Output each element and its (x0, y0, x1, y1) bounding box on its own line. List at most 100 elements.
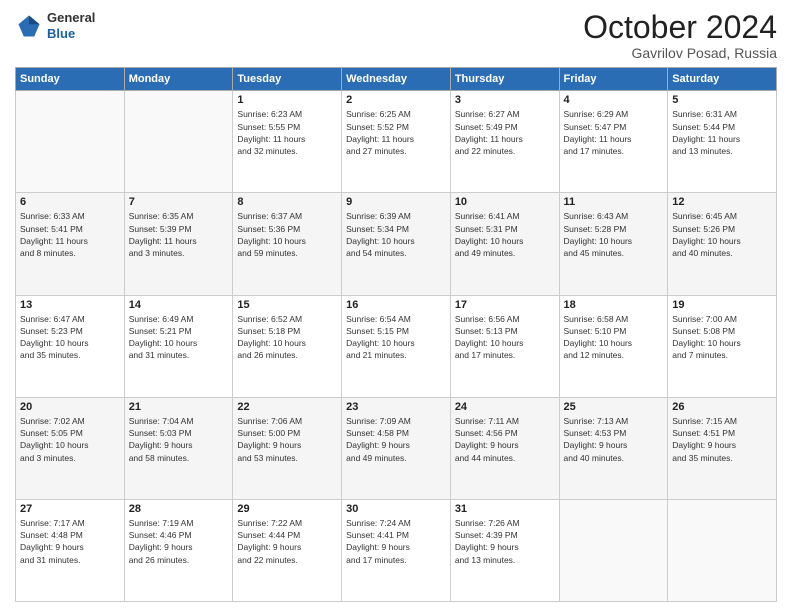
calendar-cell: 20 Sunrise: 7:02 AM Sunset: 5:05 PM Dayli… (16, 397, 125, 499)
day-detail: Sunrise: 6:35 AM Sunset: 5:39 PM Dayligh… (129, 210, 229, 259)
day-detail: Sunrise: 7:02 AM Sunset: 5:05 PM Dayligh… (20, 415, 120, 464)
day-number: 6 (20, 196, 120, 208)
day-number: 10 (455, 196, 555, 208)
logo-icon (15, 12, 43, 40)
day-detail: Sunrise: 6:49 AM Sunset: 5:21 PM Dayligh… (129, 313, 229, 362)
calendar: SundayMondayTuesdayWednesdayThursdayFrid… (15, 67, 777, 602)
day-number: 9 (346, 196, 446, 208)
calendar-cell: 18 Sunrise: 6:58 AM Sunset: 5:10 PM Dayli… (559, 295, 668, 397)
calendar-cell: 2 Sunrise: 6:25 AM Sunset: 5:52 PM Daylig… (342, 91, 451, 193)
day-detail: Sunrise: 7:00 AM Sunset: 5:08 PM Dayligh… (672, 313, 772, 362)
calendar-cell: 1 Sunrise: 6:23 AM Sunset: 5:55 PM Daylig… (233, 91, 342, 193)
day-number: 22 (237, 401, 337, 413)
calendar-cell: 13Sunrise: 6:47 AM Sunset: 5:23 PM Dayli… (16, 295, 125, 397)
calendar-cell (559, 499, 668, 601)
day-number: 15 (237, 299, 337, 311)
calendar-cell: 8Sunrise: 6:37 AM Sunset: 5:36 PM Daylig… (233, 193, 342, 295)
page: General Blue October 2024 Gavrilov Posad… (0, 0, 792, 612)
day-number: 17 (455, 299, 555, 311)
calendar-header-row: SundayMondayTuesdayWednesdayThursdayFrid… (16, 68, 777, 91)
day-detail: Sunrise: 6:33 AM Sunset: 5:41 PM Dayligh… (20, 210, 120, 259)
day-number: 20 (20, 401, 120, 413)
day-detail: Sunrise: 6:41 AM Sunset: 5:31 PM Dayligh… (455, 210, 555, 259)
day-number: 16 (346, 299, 446, 311)
col-header-thursday: Thursday (450, 68, 559, 91)
day-detail: Sunrise: 7:06 AM Sunset: 5:00 PM Dayligh… (237, 415, 337, 464)
week-row-2: 13Sunrise: 6:47 AM Sunset: 5:23 PM Dayli… (16, 295, 777, 397)
day-detail: Sunrise: 6:31 AM Sunset: 5:44 PM Dayligh… (672, 108, 772, 157)
calendar-cell: 31Sunrise: 7:26 AM Sunset: 4:39 PM Dayli… (450, 499, 559, 601)
day-detail: Sunrise: 7:11 AM Sunset: 4:56 PM Dayligh… (455, 415, 555, 464)
calendar-cell: 25Sunrise: 7:13 AM Sunset: 4:53 PM Dayli… (559, 397, 668, 499)
calendar-cell: 22 Sunrise: 7:06 AM Sunset: 5:00 PM Dayli… (233, 397, 342, 499)
day-detail: Sunrise: 6:56 AM Sunset: 5:13 PM Dayligh… (455, 313, 555, 362)
day-number: 21 (129, 401, 229, 413)
calendar-cell: 15Sunrise: 6:52 AM Sunset: 5:18 PM Dayli… (233, 295, 342, 397)
day-number: 1 (237, 94, 337, 106)
calendar-cell: 19 Sunrise: 7:00 AM Sunset: 5:08 PM Dayli… (668, 295, 777, 397)
calendar-cell: 23 Sunrise: 7:09 AM Sunset: 4:58 PM Dayli… (342, 397, 451, 499)
col-header-saturday: Saturday (668, 68, 777, 91)
calendar-cell: 21Sunrise: 7:04 AM Sunset: 5:03 PM Dayli… (124, 397, 233, 499)
calendar-cell: 16 Sunrise: 6:54 AM Sunset: 5:15 PM Dayli… (342, 295, 451, 397)
day-number: 2 (346, 94, 446, 106)
logo-blue: Blue (47, 26, 75, 41)
logo-general: General (47, 10, 95, 25)
day-detail: Sunrise: 6:58 AM Sunset: 5:10 PM Dayligh… (564, 313, 664, 362)
day-number: 7 (129, 196, 229, 208)
day-detail: Sunrise: 6:23 AM Sunset: 5:55 PM Dayligh… (237, 108, 337, 157)
day-number: 27 (20, 503, 120, 515)
calendar-cell: 3 Sunrise: 6:27 AM Sunset: 5:49 PM Daylig… (450, 91, 559, 193)
location: Gavrilov Posad, Russia (583, 45, 777, 61)
calendar-cell: 5 Sunrise: 6:31 AM Sunset: 5:44 PM Daylig… (668, 91, 777, 193)
calendar-cell: 28Sunrise: 7:19 AM Sunset: 4:46 PM Dayli… (124, 499, 233, 601)
col-header-sunday: Sunday (16, 68, 125, 91)
calendar-cell: 4 Sunrise: 6:29 AM Sunset: 5:47 PM Daylig… (559, 91, 668, 193)
day-detail: Sunrise: 7:09 AM Sunset: 4:58 PM Dayligh… (346, 415, 446, 464)
day-number: 19 (672, 299, 772, 311)
day-detail: Sunrise: 7:22 AM Sunset: 4:44 PM Dayligh… (237, 517, 337, 566)
day-detail: Sunrise: 7:26 AM Sunset: 4:39 PM Dayligh… (455, 517, 555, 566)
month-title: October 2024 (583, 10, 777, 45)
calendar-cell: 14 Sunrise: 6:49 AM Sunset: 5:21 PM Dayli… (124, 295, 233, 397)
day-detail: Sunrise: 6:47 AM Sunset: 5:23 PM Dayligh… (20, 313, 120, 362)
col-header-wednesday: Wednesday (342, 68, 451, 91)
calendar-cell: 17 Sunrise: 6:56 AM Sunset: 5:13 PM Dayli… (450, 295, 559, 397)
day-detail: Sunrise: 6:43 AM Sunset: 5:28 PM Dayligh… (564, 210, 664, 259)
calendar-cell (124, 91, 233, 193)
day-detail: Sunrise: 7:13 AM Sunset: 4:53 PM Dayligh… (564, 415, 664, 464)
week-row-4: 27 Sunrise: 7:17 AM Sunset: 4:48 PM Dayli… (16, 499, 777, 601)
day-number: 29 (237, 503, 337, 515)
col-header-tuesday: Tuesday (233, 68, 342, 91)
calendar-cell: 11 Sunrise: 6:43 AM Sunset: 5:28 PM Dayli… (559, 193, 668, 295)
day-number: 4 (564, 94, 664, 106)
day-detail: Sunrise: 6:29 AM Sunset: 5:47 PM Dayligh… (564, 108, 664, 157)
week-row-3: 20 Sunrise: 7:02 AM Sunset: 5:05 PM Dayli… (16, 397, 777, 499)
day-detail: Sunrise: 6:25 AM Sunset: 5:52 PM Dayligh… (346, 108, 446, 157)
day-number: 11 (564, 196, 664, 208)
day-number: 8 (237, 196, 337, 208)
calendar-cell: 12Sunrise: 6:45 AM Sunset: 5:26 PM Dayli… (668, 193, 777, 295)
day-detail: Sunrise: 6:27 AM Sunset: 5:49 PM Dayligh… (455, 108, 555, 157)
calendar-cell (668, 499, 777, 601)
header: General Blue October 2024 Gavrilov Posad… (15, 10, 777, 61)
day-number: 18 (564, 299, 664, 311)
week-row-0: 1 Sunrise: 6:23 AM Sunset: 5:55 PM Daylig… (16, 91, 777, 193)
day-number: 28 (129, 503, 229, 515)
day-number: 23 (346, 401, 446, 413)
calendar-cell: 6 Sunrise: 6:33 AM Sunset: 5:41 PM Daylig… (16, 193, 125, 295)
day-detail: Sunrise: 7:15 AM Sunset: 4:51 PM Dayligh… (672, 415, 772, 464)
calendar-cell: 27 Sunrise: 7:17 AM Sunset: 4:48 PM Dayli… (16, 499, 125, 601)
day-number: 26 (672, 401, 772, 413)
col-header-monday: Monday (124, 68, 233, 91)
day-number: 5 (672, 94, 772, 106)
day-number: 3 (455, 94, 555, 106)
day-detail: Sunrise: 6:39 AM Sunset: 5:34 PM Dayligh… (346, 210, 446, 259)
day-number: 14 (129, 299, 229, 311)
day-detail: Sunrise: 6:54 AM Sunset: 5:15 PM Dayligh… (346, 313, 446, 362)
day-number: 24 (455, 401, 555, 413)
calendar-cell: 29 Sunrise: 7:22 AM Sunset: 4:44 PM Dayli… (233, 499, 342, 601)
calendar-cell: 30Sunrise: 7:24 AM Sunset: 4:41 PM Dayli… (342, 499, 451, 601)
day-detail: Sunrise: 7:17 AM Sunset: 4:48 PM Dayligh… (20, 517, 120, 566)
day-number: 12 (672, 196, 772, 208)
